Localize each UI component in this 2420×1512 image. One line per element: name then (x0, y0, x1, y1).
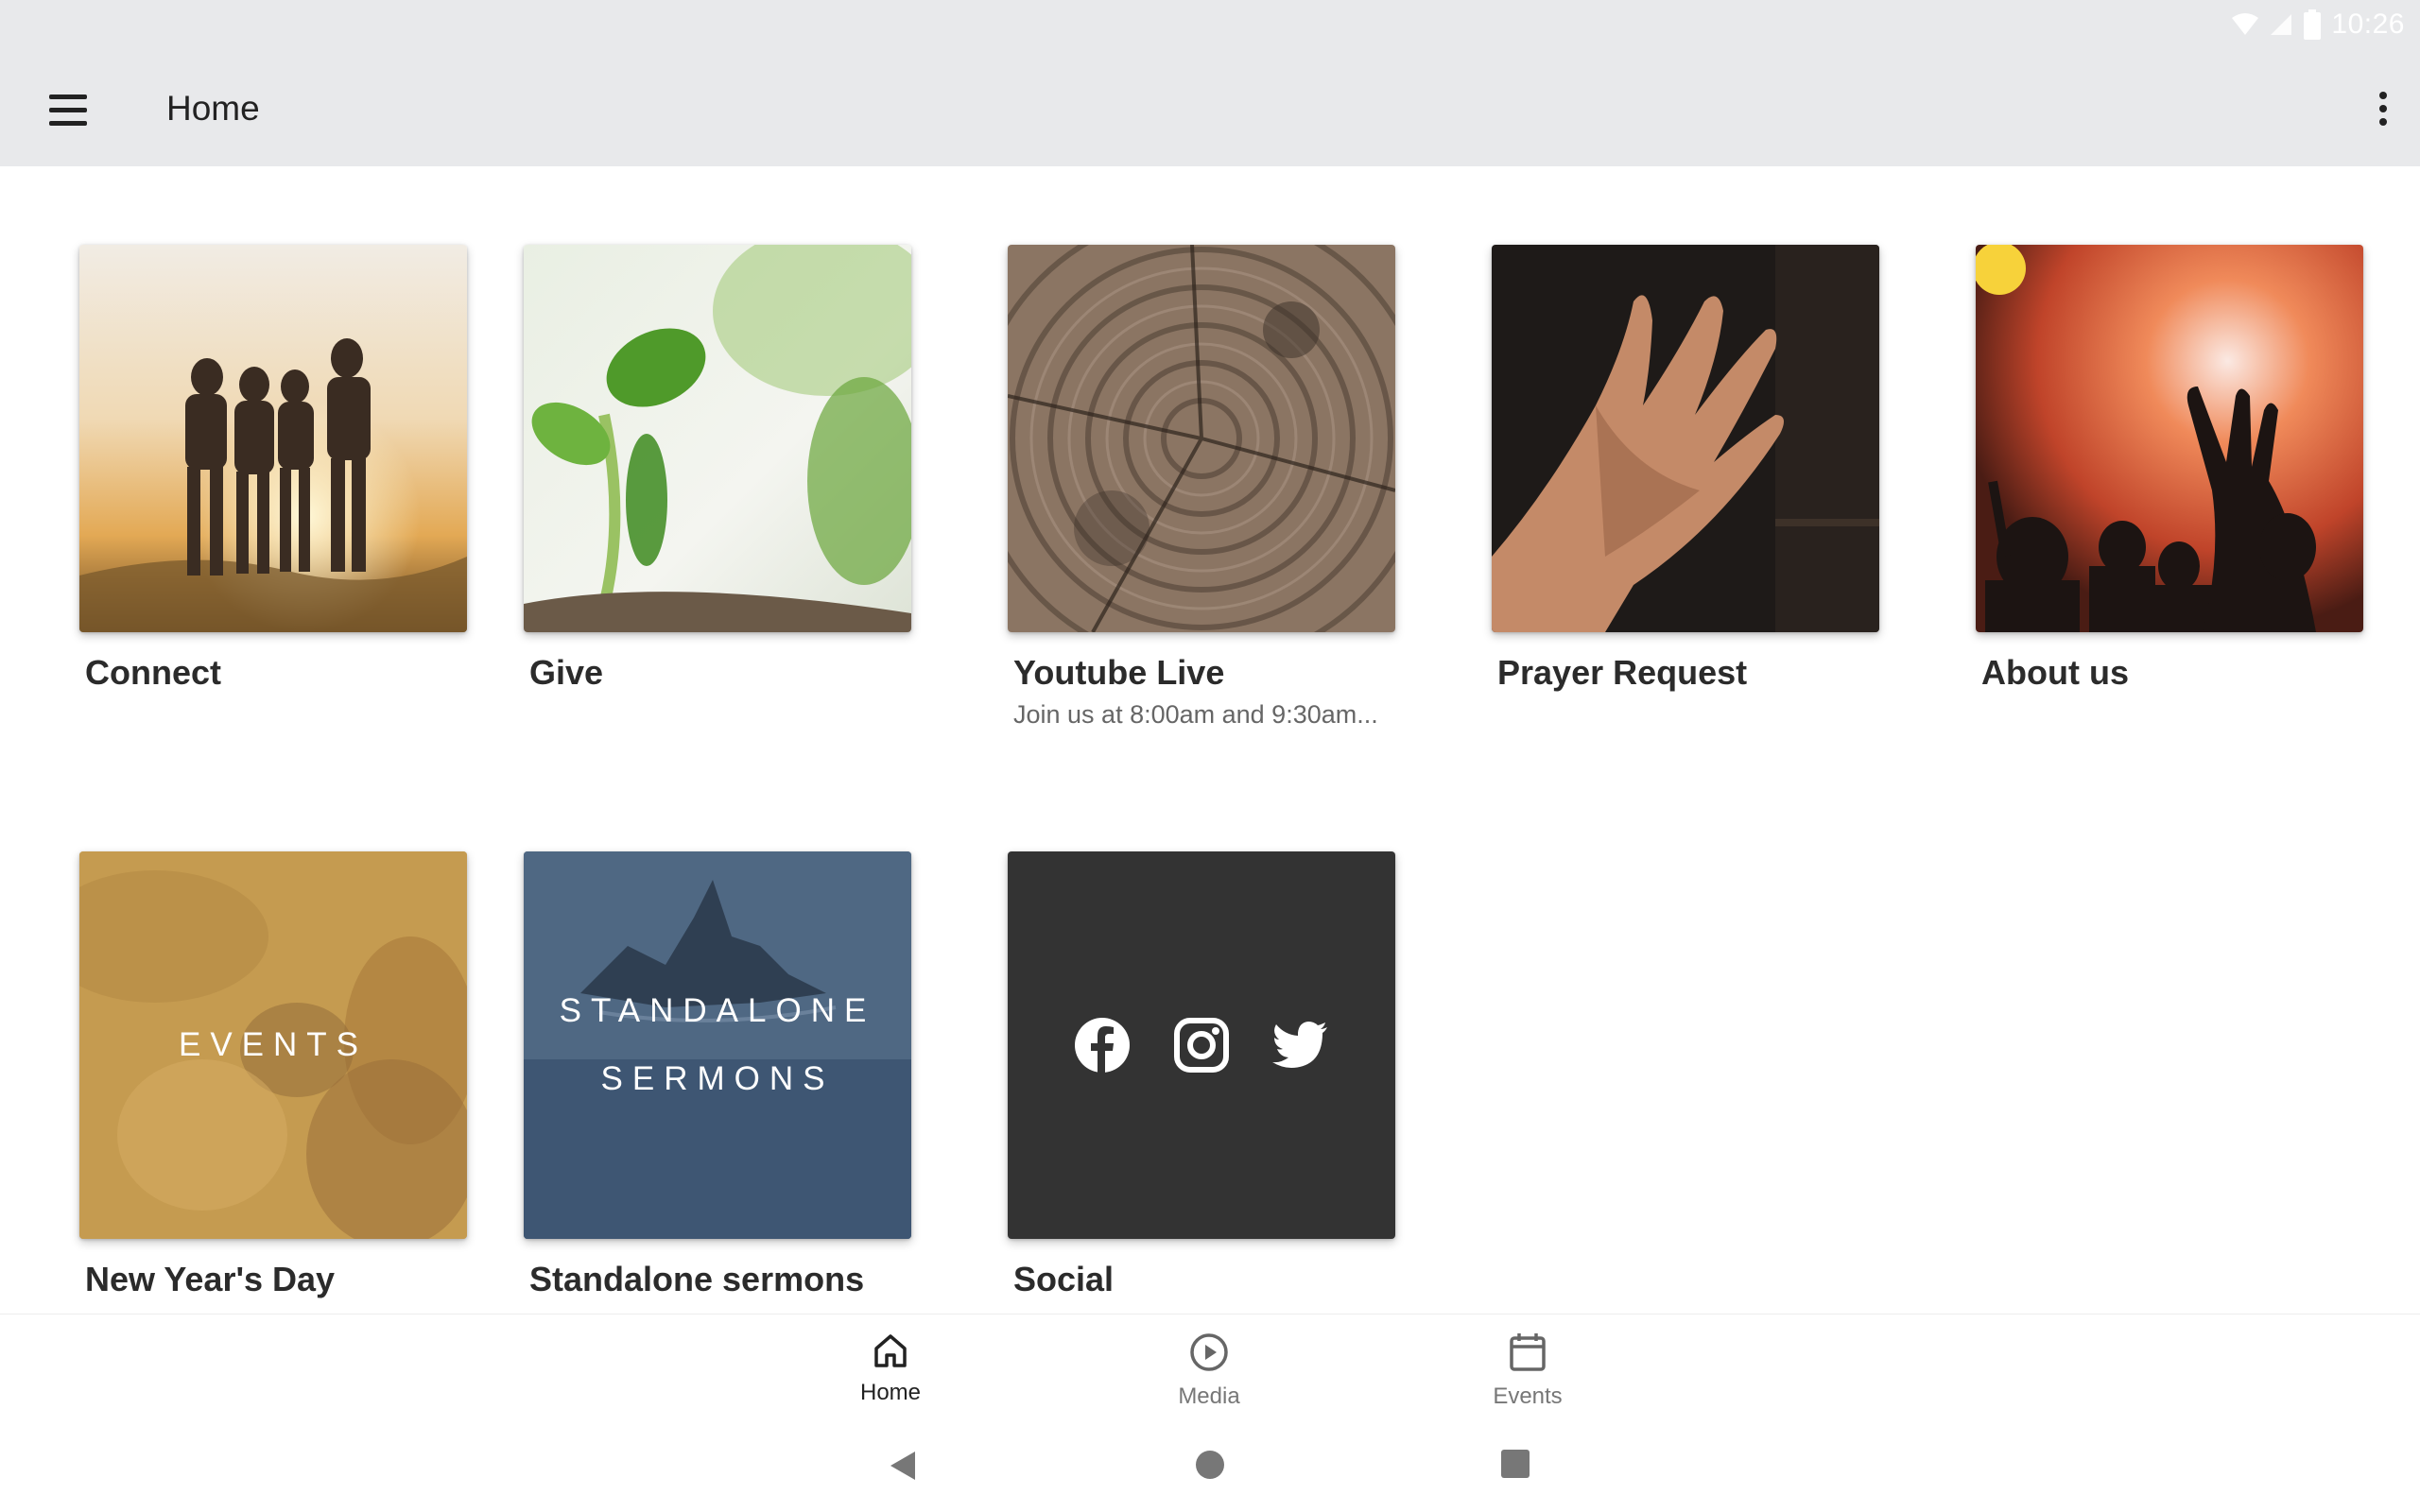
connect-image[interactable] (79, 245, 467, 632)
twitter-icon[interactable] (1272, 1022, 1329, 1069)
play-circle-icon (1190, 1333, 1228, 1371)
status-bar: 10:26 (0, 0, 2420, 49)
nav-label: Media (1178, 1383, 1240, 1409)
tile-about-us[interactable]: About us (1976, 245, 2363, 693)
sermons-overlay-text: STANDALONE SERMONS (524, 851, 911, 1239)
social-image[interactable] (1008, 851, 1395, 1239)
calendar-icon (1510, 1333, 1546, 1371)
recents-icon[interactable] (1501, 1450, 1530, 1478)
tile-label: Give (529, 653, 604, 692)
back-icon[interactable] (887, 1450, 919, 1482)
nav-item-events[interactable]: Events (1452, 1332, 1603, 1410)
status-icons: 10:26 (2231, 6, 2405, 43)
tile-label: Prayer Request (1497, 653, 1748, 692)
youtube-live-image[interactable] (1008, 245, 1395, 632)
tile-label: Connect (85, 653, 221, 692)
system-navigation-bar (0, 1431, 2420, 1512)
more-options-icon[interactable] (2363, 85, 2403, 132)
tile-give[interactable]: Give (524, 245, 911, 693)
tile-social[interactable]: Social (1008, 851, 1395, 1299)
events-overlay-text: EVENTS (79, 851, 467, 1239)
tile-youtube-live[interactable]: Youtube Live Join us at 8:00am and 9:30a… (1008, 245, 1395, 730)
page-title: Home (166, 89, 260, 128)
bottom-navigation: Home Media Events (0, 1314, 2420, 1432)
nav-item-media[interactable]: Media (1133, 1332, 1285, 1410)
signal-icon (2271, 14, 2292, 35)
tile-subtitle: Join us at 8:00am and 9:30am... (1013, 700, 1378, 729)
wifi-icon (2232, 13, 2259, 35)
facebook-icon[interactable] (1074, 1017, 1131, 1074)
nav-item-home[interactable]: Home (815, 1332, 966, 1406)
home-icon (874, 1334, 907, 1367)
home-circle-icon[interactable] (1195, 1450, 1225, 1480)
give-image[interactable] (524, 245, 911, 632)
app-bar: Home (0, 49, 2420, 166)
hamburger-menu-icon[interactable] (42, 87, 95, 130)
nav-label: Home (859, 1380, 922, 1405)
thumb-text-line: SERMONS (600, 1060, 835, 1097)
tile-standalone-sermons[interactable]: STANDALONE SERMONS Standalone sermons (524, 851, 911, 1299)
battery-icon (2304, 9, 2322, 40)
instagram-icon[interactable] (1174, 1018, 1229, 1073)
events-image[interactable]: EVENTS (79, 851, 467, 1239)
tile-connect[interactable]: Connect (79, 245, 467, 693)
tile-label: Standalone sermons (529, 1260, 865, 1298)
tile-prayer-request[interactable]: Prayer Request (1492, 245, 1879, 693)
thumb-text-line: STANDALONE (559, 992, 876, 1029)
prayer-request-image[interactable] (1492, 245, 1879, 632)
sermons-image[interactable]: STANDALONE SERMONS (524, 851, 911, 1239)
tile-label: New Year's Day (85, 1260, 336, 1298)
tile-label: Social (1013, 1260, 1115, 1298)
nav-label: Events (1493, 1383, 1563, 1409)
tile-label: Youtube Live (1013, 653, 1225, 692)
tile-new-years-day[interactable]: EVENTS New Year's Day (79, 851, 467, 1299)
tile-label: About us (1981, 653, 2129, 692)
about-us-image[interactable] (1976, 245, 2363, 632)
thumb-text-line: EVENTS (178, 1026, 369, 1063)
clock: 10:26 (2331, 9, 2405, 40)
